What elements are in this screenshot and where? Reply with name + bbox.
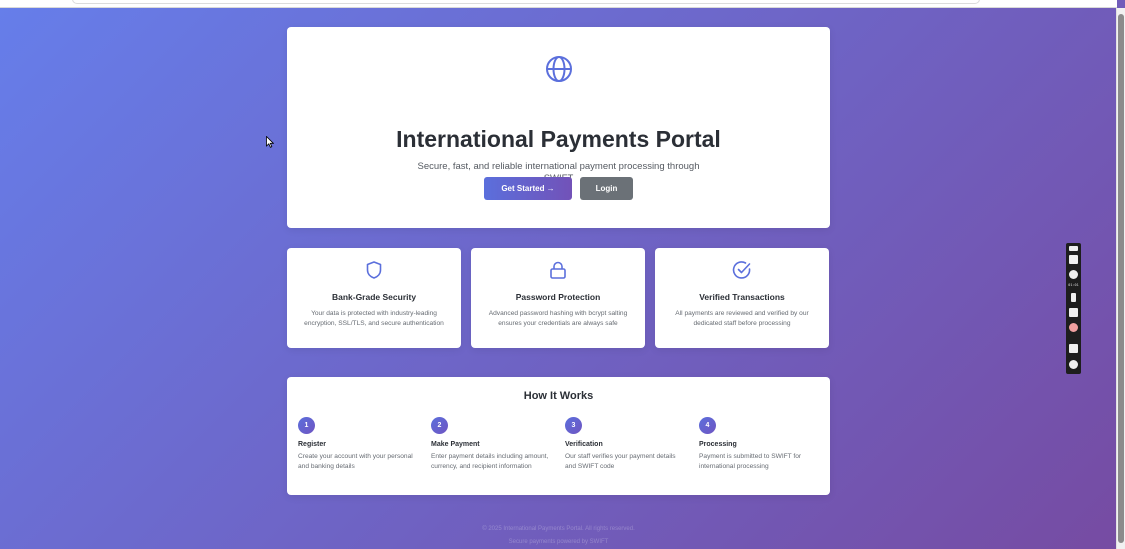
step-item: 3 Verification Our staff verifies your p… (565, 417, 687, 471)
step-number-badge: 4 (699, 417, 716, 434)
window-icon[interactable] (1069, 344, 1078, 353)
check-circle-icon (732, 261, 751, 279)
step-item: 2 Make Payment Enter payment details inc… (431, 417, 553, 471)
step-title: Processing (699, 441, 737, 448)
step-description: Create your account with your personal a… (298, 453, 413, 470)
step-number-badge: 2 (431, 417, 448, 434)
address-bar[interactable] (72, 0, 980, 4)
get-started-button[interactable]: Get Started → (484, 177, 572, 200)
footer-tagline: Secure payments powered by SWIFT (508, 539, 609, 545)
step-description: Payment is submitted to SWIFT for intern… (699, 453, 802, 470)
shield-icon (366, 261, 382, 279)
step-number-badge: 3 (565, 417, 582, 434)
page-scrollbar[interactable] (1116, 8, 1125, 549)
browser-top-bar (0, 0, 1117, 8)
feature-description: All payments are reviewed and verified b… (675, 310, 809, 327)
login-button[interactable]: Login (580, 177, 633, 200)
globe-icon (546, 56, 572, 82)
feature-title: Password Protection (515, 292, 601, 302)
feature-title: Verified Transactions (699, 292, 785, 302)
speaker-icon[interactable] (1069, 308, 1078, 317)
step-item: 1 Register Create your account with your… (298, 417, 420, 471)
drag-handle-icon[interactable] (1069, 246, 1078, 251)
camera-off-icon[interactable] (1069, 323, 1078, 332)
step-description: Enter payment details including amount, … (431, 453, 549, 470)
record-icon[interactable] (1069, 270, 1078, 279)
camera-icon[interactable] (1069, 255, 1078, 264)
feature-description: Advanced password hashing with bcrypt sa… (488, 310, 628, 327)
screen-recorder-toolbar: 01:01 (1066, 243, 1081, 374)
footer-copyright: © 2025 International Payments Portal. Al… (482, 526, 635, 532)
feature-title: Bank-Grade Security (331, 292, 417, 302)
scrollbar-thumb[interactable] (1118, 14, 1124, 543)
recording-timer: 01:01 (1068, 283, 1079, 287)
feature-description: Your data is protected with industry-lea… (304, 310, 444, 327)
settings-gear-icon[interactable] (1069, 360, 1078, 369)
microphone-icon[interactable] (1071, 293, 1076, 302)
step-description: Our staff verifies your payment details … (565, 453, 676, 470)
how-it-works-title: How It Works (523, 390, 594, 402)
feature-card-verified: Verified Transactions All payments are r… (655, 248, 829, 348)
hero-card: International Payments Portal Secure, fa… (287, 27, 830, 228)
step-title: Register (298, 441, 327, 448)
how-it-works-card: How It Works 1 Register Create your acco… (287, 377, 830, 495)
step-number-badge: 1 (298, 417, 315, 434)
step-item: 4 Processing Payment is submitted to SWI… (699, 417, 821, 471)
step-title: Make Payment (431, 441, 480, 448)
step-title: Verification (565, 441, 603, 448)
feature-card-password: Password Protection Advanced password ha… (471, 248, 645, 348)
mouse-cursor-icon (266, 136, 274, 148)
lock-icon (550, 261, 566, 279)
feature-card-security: Bank-Grade Security Your data is protect… (287, 248, 461, 348)
page-title: International Payments Portal (396, 126, 721, 152)
